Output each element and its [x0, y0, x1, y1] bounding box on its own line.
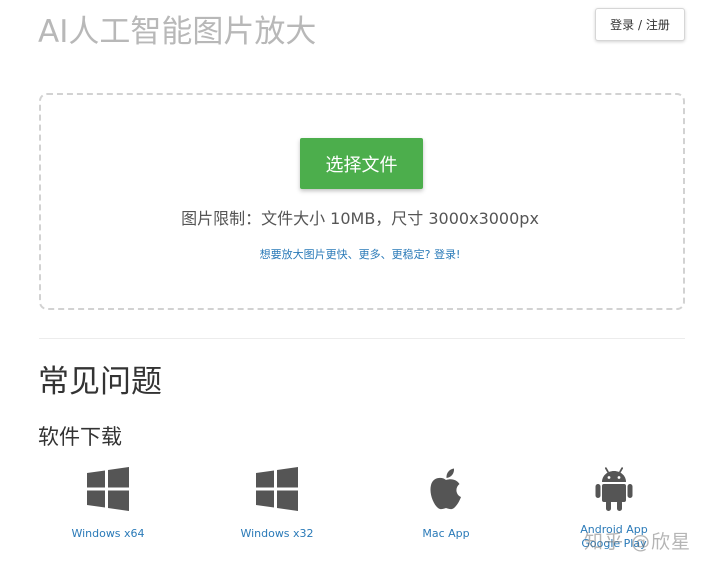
- page: AI人工智能图片放大 登录 / 注册 选择文件 图片限制：文件大小 10MB，尺…: [0, 0, 720, 572]
- login-register-button[interactable]: 登录 / 注册: [595, 8, 685, 41]
- upload-limit-text: 图片限制：文件大小 10MB，尺寸 3000x3000px: [181, 209, 539, 228]
- android-icon: [595, 467, 633, 511]
- windows-icon: [87, 467, 129, 511]
- windows-icon: [256, 467, 298, 511]
- section-divider: [39, 338, 685, 339]
- watermark-text: 知乎 @欣星: [584, 531, 692, 553]
- login-hint-link[interactable]: 想要放大图片更快、更多、更稳定? 登录!: [0, 246, 720, 262]
- choose-file-button[interactable]: 选择文件: [300, 138, 423, 189]
- download-section-title: 软件下载: [38, 425, 122, 449]
- download-label: Mac App: [422, 527, 470, 540]
- apple-icon: [430, 468, 461, 510]
- upload-dropzone[interactable]: [39, 93, 685, 310]
- faq-title: 常见问题: [38, 364, 162, 400]
- download-mac-app[interactable]: Mac App: [376, 466, 516, 543]
- download-label: Windows x64: [71, 527, 145, 540]
- download-label: Windows x32: [240, 527, 314, 540]
- download-windows-x32[interactable]: Windows x32: [207, 466, 347, 543]
- site-title: AI人工智能图片放大: [38, 14, 317, 50]
- download-windows-x64[interactable]: Windows x64: [38, 466, 178, 543]
